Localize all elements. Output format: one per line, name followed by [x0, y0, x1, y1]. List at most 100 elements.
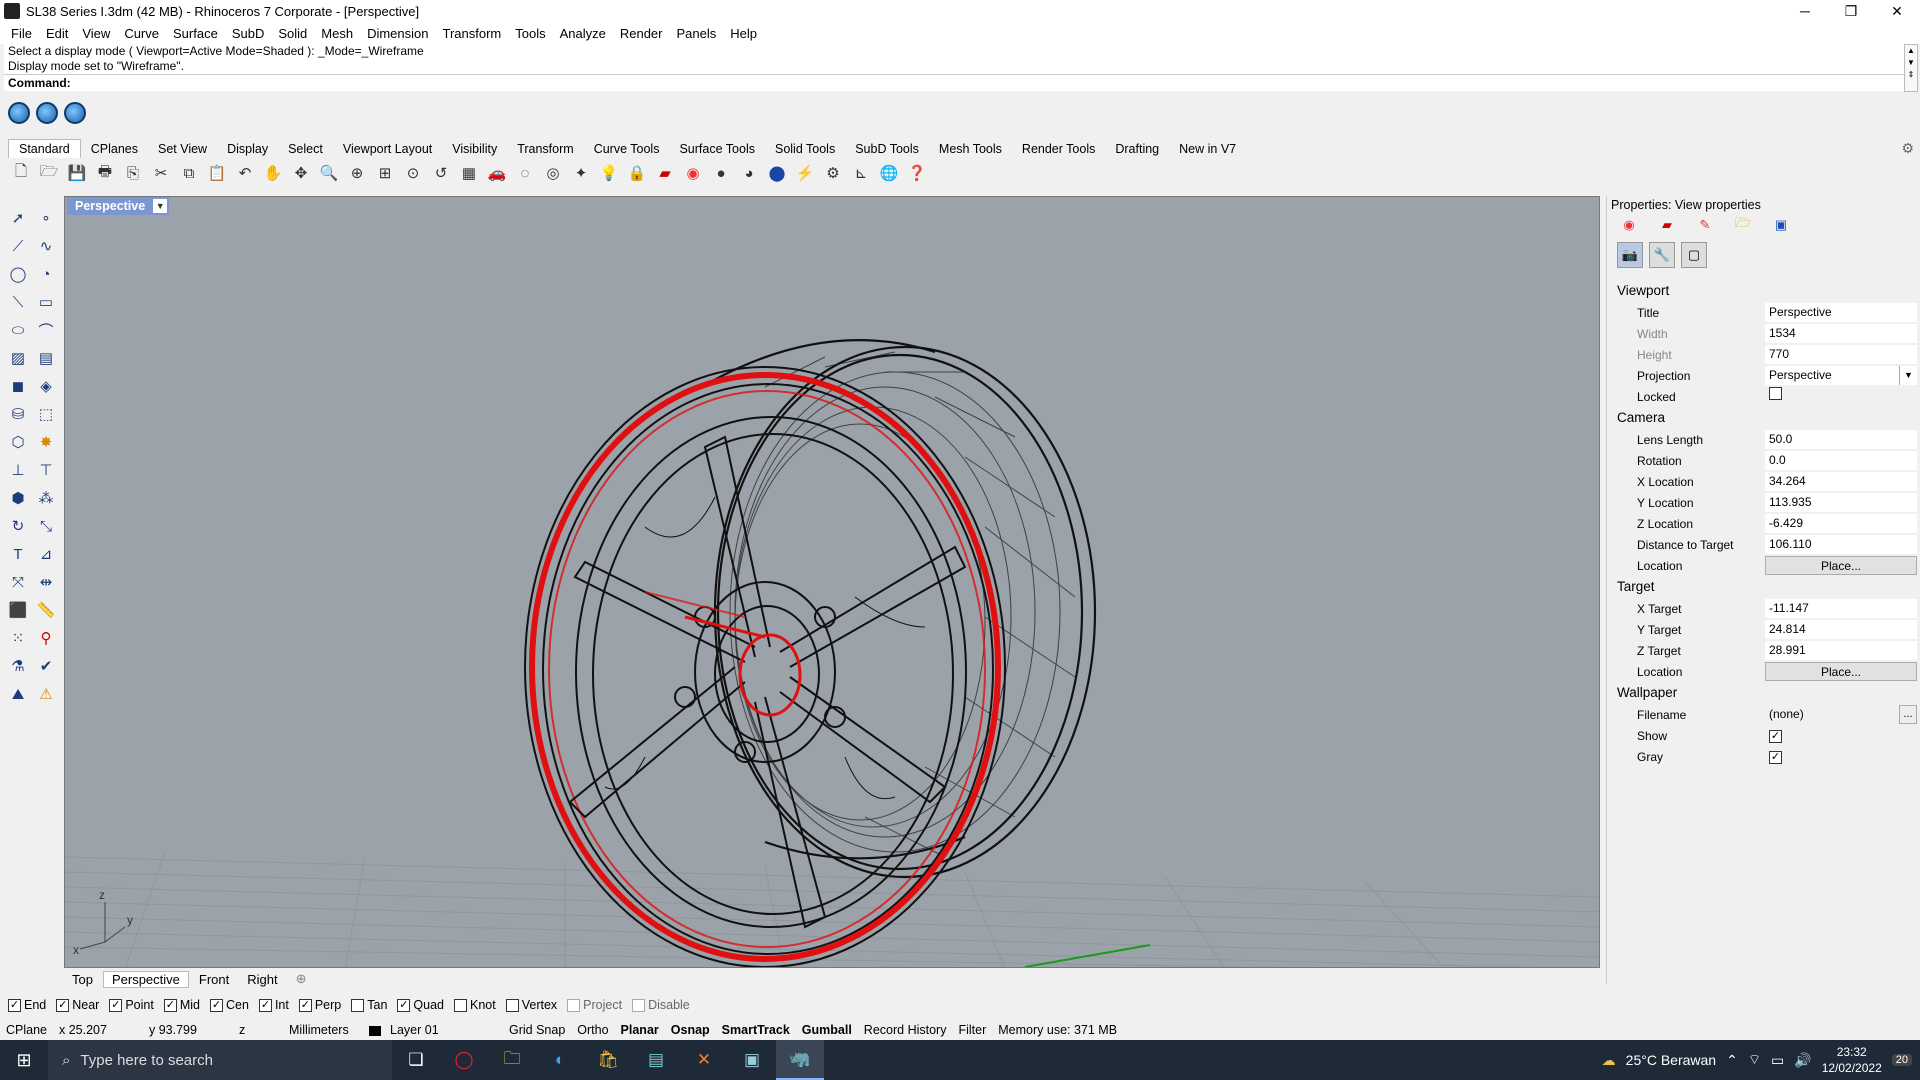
zoom-window-icon[interactable]: ⊕ — [344, 161, 370, 185]
frame-icon[interactable]: ▢ — [1681, 242, 1707, 268]
menu-render[interactable]: Render — [613, 26, 670, 41]
mesh-icon[interactable]: ⬡ — [4, 428, 32, 456]
zoom-selected-icon[interactable]: ⊙ — [400, 161, 426, 185]
tab-subd-tools[interactable]: SubD Tools — [845, 140, 929, 158]
gray-checkbox[interactable]: ✓ — [1769, 751, 1782, 764]
command-prompt[interactable]: Command: — [4, 74, 1904, 91]
add-view-tab-icon[interactable]: ⊕ — [288, 971, 315, 987]
command-history[interactable]: Select a display mode ( Viewport=Active … — [4, 44, 1904, 74]
distance-to-target-field[interactable]: 106.110 — [1765, 535, 1917, 554]
y-target-field[interactable]: 24.814 — [1765, 620, 1917, 639]
tab-transform[interactable]: Transform — [507, 140, 584, 158]
explode-icon[interactable]: ✸ — [32, 428, 60, 456]
osnap-checkbox[interactable] — [454, 998, 467, 1012]
taskbar-search[interactable]: ⌕ Type here to search — [48, 1040, 392, 1080]
osnap-checkbox[interactable]: ✓ — [8, 998, 21, 1012]
gumball-icon[interactable]: ⚲ — [32, 624, 60, 652]
menu-dimension[interactable]: Dimension — [360, 26, 435, 41]
smarttrack-toggle[interactable]: SmartTrack — [716, 1023, 796, 1037]
image-tab-icon[interactable]: ▣ — [1771, 216, 1791, 234]
tab-standard[interactable]: Standard — [8, 139, 81, 158]
osnap-end[interactable]: ✓ End — [8, 998, 46, 1012]
cut-icon[interactable]: ✂ — [148, 161, 174, 185]
osnap-near[interactable]: ✓ Near — [56, 998, 99, 1012]
layer-status[interactable]: Layer 01 — [363, 1023, 503, 1037]
notification-badge[interactable]: 20 — [1891, 1054, 1912, 1066]
view-tab-perspective[interactable]: Perspective — [102, 970, 189, 988]
car-icon[interactable]: 🚗 — [484, 161, 510, 185]
cylinder-icon[interactable]: ⛁ — [4, 400, 32, 428]
planar-toggle[interactable]: Planar — [615, 1023, 665, 1037]
options-gear-icon[interactable]: ⚙ — [820, 161, 846, 185]
osnap-vertex[interactable]: Vertex — [505, 998, 557, 1012]
tab-surface-tools[interactable]: Surface Tools — [669, 140, 765, 158]
copy-icon[interactable]: ⧉ — [176, 161, 202, 185]
menu-transform[interactable]: Transform — [435, 26, 508, 41]
render-mesh-icon[interactable]: ⛰ — [4, 680, 32, 708]
store-icon[interactable]: 🛍 — [584, 1040, 632, 1080]
surface-icon[interactable]: ▨ — [4, 344, 32, 372]
tab-visibility[interactable]: Visibility — [442, 140, 507, 158]
globe-icon[interactable]: 🌐 — [876, 161, 902, 185]
osnap-checkbox[interactable] — [567, 998, 581, 1012]
undo-icon[interactable]: ↶ — [232, 161, 258, 185]
folder-tab-icon[interactable]: 🗁 — [1733, 215, 1753, 234]
notepad-icon[interactable]: ▤ — [632, 1040, 680, 1080]
extrude-icon[interactable]: ⬚ — [32, 400, 60, 428]
check-icon[interactable]: ✔ — [32, 652, 60, 680]
light-bulb-icon[interactable]: 💡 — [596, 161, 622, 185]
record-history-toggle[interactable]: Record History — [858, 1023, 953, 1037]
dimension-tool-icon[interactable]: ⊿ — [32, 540, 60, 568]
array-icon[interactable]: ⁙ — [4, 624, 32, 652]
tab-cplanes[interactable]: CPlanes — [81, 140, 148, 158]
tab-drafting[interactable]: Drafting — [1105, 140, 1169, 158]
tab-display[interactable]: Display — [217, 140, 278, 158]
cplane-status[interactable]: CPlane — [0, 1023, 53, 1037]
task-view-icon[interactable]: ❏ — [392, 1040, 440, 1080]
osnap-int[interactable]: ✓ Int — [258, 998, 289, 1012]
close-button[interactable]: ✕ — [1874, 0, 1920, 22]
color-wheel-icon[interactable]: ◉ — [680, 161, 706, 185]
speaker-icon[interactable]: 🔊 — [1794, 1052, 1811, 1069]
tab-mesh-tools[interactable]: Mesh Tools — [929, 140, 1012, 158]
osnap-checkbox[interactable]: ✓ — [397, 998, 411, 1012]
osnap-checkbox[interactable] — [351, 998, 365, 1012]
weather-text[interactable]: 25°C Berawan — [1626, 1052, 1716, 1068]
locked-checkbox[interactable] — [1769, 387, 1782, 400]
menu-file[interactable]: File — [4, 26, 39, 41]
lock-icon[interactable]: 🔒 — [624, 161, 650, 185]
minimize-button[interactable]: ─ — [1782, 0, 1828, 22]
ellipse-icon[interactable]: ⬭ — [4, 316, 32, 344]
drafting-icon[interactable]: ⚠ — [32, 680, 60, 708]
rectangle-icon[interactable]: ▭ — [32, 288, 60, 316]
split-icon[interactable]: ⊥ — [4, 456, 32, 484]
perspective-viewport[interactable]: Perspective ▼ z y x — [64, 196, 1600, 968]
import-icon[interactable]: ⎘ — [120, 161, 146, 185]
units-status[interactable]: Millimeters — [283, 1023, 363, 1037]
dimension-icon[interactable]: ⊾ — [848, 161, 874, 185]
fillet-icon[interactable]: ⌒ — [32, 316, 60, 344]
weather-icon[interactable]: ☁ — [1602, 1052, 1616, 1069]
menu-help[interactable]: Help — [723, 26, 764, 41]
osnap-cen[interactable]: ✓ Cen — [210, 998, 249, 1012]
osnap-icon[interactable]: ✦ — [568, 161, 594, 185]
menu-tools[interactable]: Tools — [508, 26, 552, 41]
camera-icon[interactable]: 📷 — [1617, 242, 1643, 268]
solid-union-icon[interactable]: ◈ — [32, 372, 60, 400]
undo-view-icon[interactable]: ↺ — [428, 161, 454, 185]
osnap-knot[interactable]: Knot — [454, 998, 496, 1012]
loft-icon[interactable]: ▤ — [32, 344, 60, 372]
menu-subd[interactable]: SubD — [225, 26, 272, 41]
print-icon[interactable]: 🖶 — [92, 161, 118, 185]
rhino-taskbar-icon[interactable]: 🦏 — [776, 1040, 824, 1080]
render-reload-icon[interactable] — [64, 102, 86, 124]
osnap-tan[interactable]: Tan — [351, 998, 387, 1012]
tab-curve-tools[interactable]: Curve Tools — [584, 140, 670, 158]
network-icon[interactable]: ⌔ — [1748, 1051, 1761, 1069]
app-window-icon[interactable]: ▣ — [728, 1040, 776, 1080]
curve-icon[interactable]: ∿ — [32, 232, 60, 260]
osnap-checkbox[interactable]: ✓ — [298, 998, 312, 1012]
menu-mesh[interactable]: Mesh — [314, 26, 360, 41]
menu-view[interactable]: View — [75, 26, 117, 41]
osnap-checkbox[interactable]: ✓ — [109, 998, 123, 1012]
